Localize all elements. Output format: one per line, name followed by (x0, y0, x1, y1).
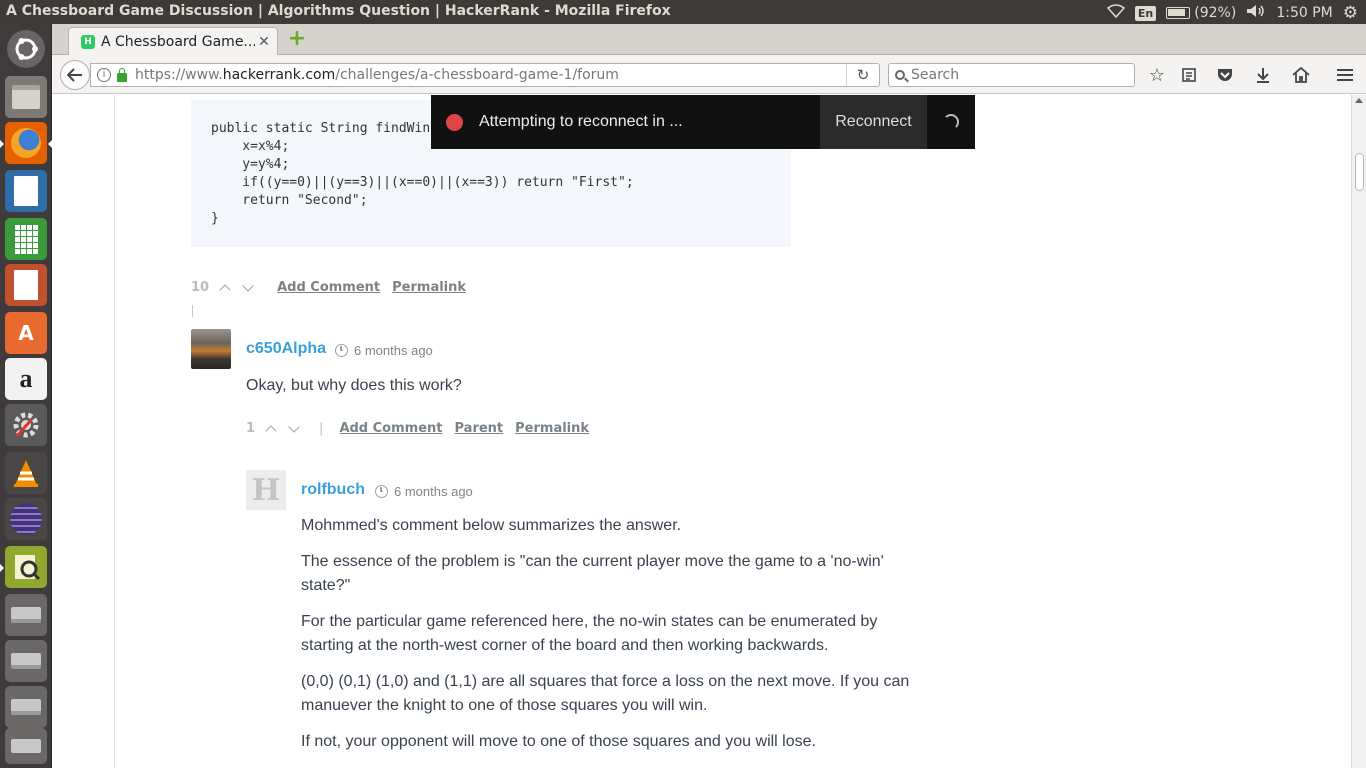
tab-bar: H A Chessboard Game... ✕ + (52, 24, 1366, 55)
battery-icon (1166, 7, 1191, 19)
top-panel: A Chessboard Game Discussion | Algorithm… (0, 0, 1366, 24)
url-text[interactable]: https://www.hackerrank.com/challenges/a-… (135, 67, 846, 83)
thread-line (192, 305, 193, 317)
unity-launcher: A a (0, 24, 52, 768)
launcher-running-indicator-2 (0, 564, 4, 572)
vote-count: 10 (191, 280, 210, 295)
page-scrollbar[interactable] (1351, 95, 1366, 768)
tab-title: A Chessboard Game... (101, 33, 255, 50)
parent-link[interactable]: Parent (455, 421, 504, 436)
upvote-chevron-up-icon[interactable] (219, 282, 231, 294)
page-viewport: public static String findWin x=x%4; y=y%… (52, 95, 1351, 768)
bookmark-star-icon[interactable]: ☆ (1146, 64, 1168, 86)
comment-username[interactable]: c650Alpha (246, 340, 326, 358)
home-icon[interactable] (1290, 64, 1312, 86)
timestamp-text: 6 months ago (354, 343, 433, 358)
reading-list-icon[interactable] (1178, 64, 1200, 86)
battery-indicator[interactable]: (92%) (1166, 5, 1236, 21)
action-separator: | (319, 421, 324, 436)
clock-icon (375, 485, 388, 498)
system-settings-icon[interactable] (5, 404, 47, 446)
drive-icon-3[interactable] (5, 686, 47, 728)
tab-chessboard-game[interactable]: H A Chessboard Game... ✕ (68, 27, 278, 55)
navigation-toolbar: i https://www.hackerrank.com/challenges/… (52, 55, 1366, 94)
toast-message-area: Attempting to reconnect in ... (431, 95, 820, 149)
hamburger-menu-icon[interactable] (1334, 64, 1356, 86)
url-domain: hackerrank.com (222, 67, 336, 83)
permalink-link[interactable]: Permalink (392, 280, 466, 295)
libreoffice-impress-icon[interactable] (5, 264, 47, 306)
avatar-c650alpha[interactable] (191, 329, 231, 369)
drive-icon[interactable] (5, 594, 47, 636)
drive-icon-2[interactable] (5, 640, 47, 682)
reply-paragraph: The essence of the problem is "can the c… (301, 553, 884, 594)
back-arrow-icon[interactable] (60, 60, 90, 90)
loading-spinner-icon (943, 114, 959, 130)
amazon-icon[interactable]: a (5, 358, 47, 400)
vote-count: 1 (246, 421, 256, 436)
dvd-icon[interactable] (5, 728, 47, 764)
libreoffice-writer-icon[interactable] (5, 170, 47, 212)
window-title: A Chessboard Game Discussion | Algorithm… (6, 3, 671, 19)
scrollbar-thumb[interactable] (1355, 153, 1364, 191)
avatar-rolfbuch[interactable]: H (246, 470, 286, 510)
clock-icon (335, 344, 348, 357)
comment-actions: 1 | Add Comment Parent Permalink (246, 421, 589, 436)
hackerrank-favicon-icon: H (81, 34, 95, 49)
toast-message: Attempting to reconnect in ... (479, 113, 683, 130)
settings-gear-icon[interactable]: ⚙ (1343, 3, 1358, 23)
firefox-icon[interactable] (5, 122, 47, 164)
files-icon[interactable] (5, 76, 47, 118)
document-viewer-icon[interactable] (5, 546, 47, 588)
reply-timestamp: 6 months ago (375, 484, 473, 499)
add-comment-link[interactable]: Add Comment (277, 280, 380, 295)
new-tab-plus-icon[interactable]: + (286, 28, 308, 50)
reply-username[interactable]: rolfbuch (301, 481, 365, 499)
comment-timestamp: 6 months ago (335, 343, 433, 358)
reply-paragraph: If not, your opponent will move to one o… (301, 733, 816, 750)
status-dot-icon (446, 113, 463, 131)
search-placeholder: Search (911, 67, 960, 83)
software-center-icon[interactable]: A (5, 312, 47, 354)
content-left-border (114, 95, 115, 768)
secure-lock-icon (117, 67, 127, 82)
search-icon (895, 70, 905, 80)
reconnect-toast: Attempting to reconnect in ... Reconnect (431, 95, 975, 149)
pocket-icon[interactable] (1214, 64, 1236, 86)
post-actions: 10 Add Comment Permalink (191, 280, 466, 295)
add-comment-link[interactable]: Add Comment (339, 421, 442, 436)
wifi-icon[interactable] (1106, 4, 1126, 22)
downloads-icon[interactable] (1252, 64, 1274, 86)
spinner-area (927, 95, 975, 149)
downvote-chevron-down-icon[interactable] (242, 282, 254, 294)
comment-body: Okay, but why does this work? (246, 377, 462, 394)
reload-icon[interactable]: ↻ (847, 66, 879, 84)
vlc-icon[interactable] (5, 452, 47, 494)
reconnect-button[interactable]: Reconnect (820, 95, 927, 149)
search-bar[interactable]: Search (888, 63, 1135, 87)
scroll-up-arrow-icon[interactable] (1355, 98, 1363, 103)
keyboard-language-indicator[interactable]: En (1134, 5, 1157, 21)
eclipse-icon[interactable] (5, 498, 47, 540)
url-prefix: https://www. (135, 67, 223, 83)
url-bar[interactable]: i https://www.hackerrank.com/challenges/… (90, 63, 880, 87)
clock[interactable]: 1:50 PM (1276, 5, 1332, 21)
timestamp-text: 6 months ago (394, 484, 473, 499)
reply-paragraph: Mohmmed's comment below summarizes the a… (301, 517, 682, 534)
reply-paragraph: (0,0) (0,1) (1,0) and (1,1) are all squa… (301, 673, 910, 714)
system-tray: En (92%) 1:50 PM ⚙ (1106, 3, 1358, 23)
battery-percent: (92%) (1194, 5, 1237, 21)
volume-icon[interactable] (1246, 4, 1266, 22)
permalink-link[interactable]: Permalink (515, 421, 589, 436)
downvote-chevron-down-icon[interactable] (288, 423, 300, 435)
upvote-chevron-up-icon[interactable] (265, 423, 277, 435)
url-path: /challenges/a-chessboard-game-1/forum (335, 67, 619, 83)
reply-paragraph: For the particular game referenced here,… (301, 613, 878, 654)
site-info-icon[interactable]: i (97, 68, 111, 82)
tab-close-icon[interactable]: ✕ (255, 34, 273, 50)
launcher-running-indicator (0, 140, 4, 148)
libreoffice-calc-icon[interactable] (5, 218, 47, 260)
ubuntu-dash-icon[interactable] (7, 30, 45, 68)
